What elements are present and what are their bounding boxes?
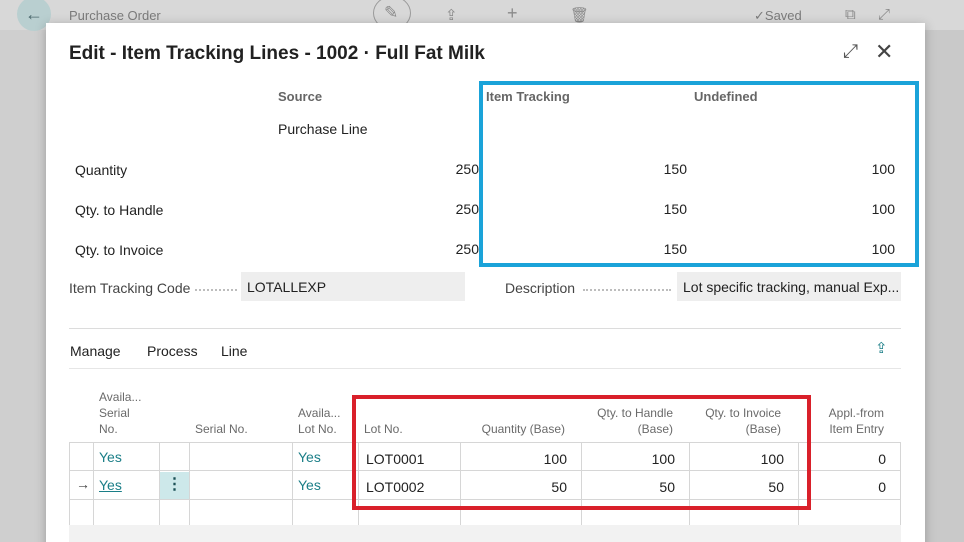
current-row-arrow-icon: → (76, 476, 90, 492)
close-icon[interactable]: ✕ (875, 39, 893, 65)
field-leader-dots (583, 289, 671, 291)
item-tracking-highlight (479, 81, 919, 267)
grid-line (292, 442, 293, 526)
item-tracking-code-field[interactable]: LOTALLEXP (241, 272, 465, 301)
cell-avail-serial[interactable]: Yes (99, 477, 122, 493)
dialog-title: Edit - Item Tracking Lines - 1002 · Full… (69, 43, 485, 64)
section-divider (69, 328, 901, 329)
expand-icon[interactable]: ⤢ (843, 41, 858, 63)
delete-icon[interactable]: 🗑 (570, 6, 589, 24)
row-actions-button[interactable]: ⋮ (160, 472, 189, 499)
menu-divider (69, 368, 901, 369)
saved-status: ✓Saved (754, 8, 802, 23)
th-avail-lot[interactable]: Availa... Lot No. (298, 405, 340, 437)
summary-label-quantity: Quantity (75, 162, 128, 178)
grid-line (93, 442, 94, 526)
item-tracking-dialog: Edit - Item Tracking Lines - 1002 · Full… (46, 23, 925, 542)
summary-label-qty-invoice: Qty. to Invoice (75, 242, 164, 258)
cell-appl-from[interactable]: 0 (806, 451, 886, 467)
item-tracking-code-label: Item Tracking Code (69, 280, 191, 296)
description-field[interactable]: Lot specific tracking, manual Exp... (677, 272, 901, 301)
lot-lines-highlight (352, 395, 811, 510)
more-options-icon: ⋮ (166, 476, 183, 493)
open-new-window-icon[interactable]: ⧉ (845, 6, 856, 23)
th-avail-serial[interactable]: Availa... Serial No. (99, 389, 141, 437)
summary-source-quantity: 250 (455, 161, 479, 177)
summary-label-qty-handle: Qty. to Handle (75, 202, 164, 218)
summary-source-qty-invoice: 250 (455, 241, 479, 257)
back-arrow-icon: ← (25, 3, 43, 24)
cell-appl-from[interactable]: 0 (806, 479, 886, 495)
th-appl-from[interactable]: Appl.-from Item Entry (804, 405, 884, 437)
cell-avail-serial[interactable]: Yes (99, 449, 122, 465)
grid-line (900, 442, 901, 526)
grid-line (189, 442, 190, 526)
share-icon[interactable]: ⇪ (875, 339, 888, 357)
collapse-icon[interactable]: ⤢ (878, 6, 890, 23)
background-page (0, 30, 46, 542)
field-leader-dots (195, 289, 237, 291)
cell-avail-lot[interactable]: Yes (298, 449, 321, 465)
menu-line[interactable]: Line (221, 343, 247, 359)
table-footer (69, 525, 901, 542)
source-type: Purchase Line (278, 121, 368, 137)
check-icon: ✓ (754, 8, 765, 23)
menu-process[interactable]: Process (147, 343, 198, 359)
summary-source-qty-handle: 250 (455, 201, 479, 217)
background-page-title: Purchase Order (69, 8, 161, 23)
pencil-icon: ✎ (384, 3, 399, 22)
menu-manage[interactable]: Manage (70, 343, 121, 359)
new-icon[interactable]: + (507, 3, 518, 24)
description-label: Description (505, 280, 576, 296)
grid-line (69, 442, 70, 526)
th-serial-no[interactable]: Serial No. (195, 421, 248, 437)
share-icon[interactable]: ⇪ (445, 6, 458, 24)
header-source: Source (278, 89, 323, 104)
cell-avail-lot[interactable]: Yes (298, 477, 321, 493)
